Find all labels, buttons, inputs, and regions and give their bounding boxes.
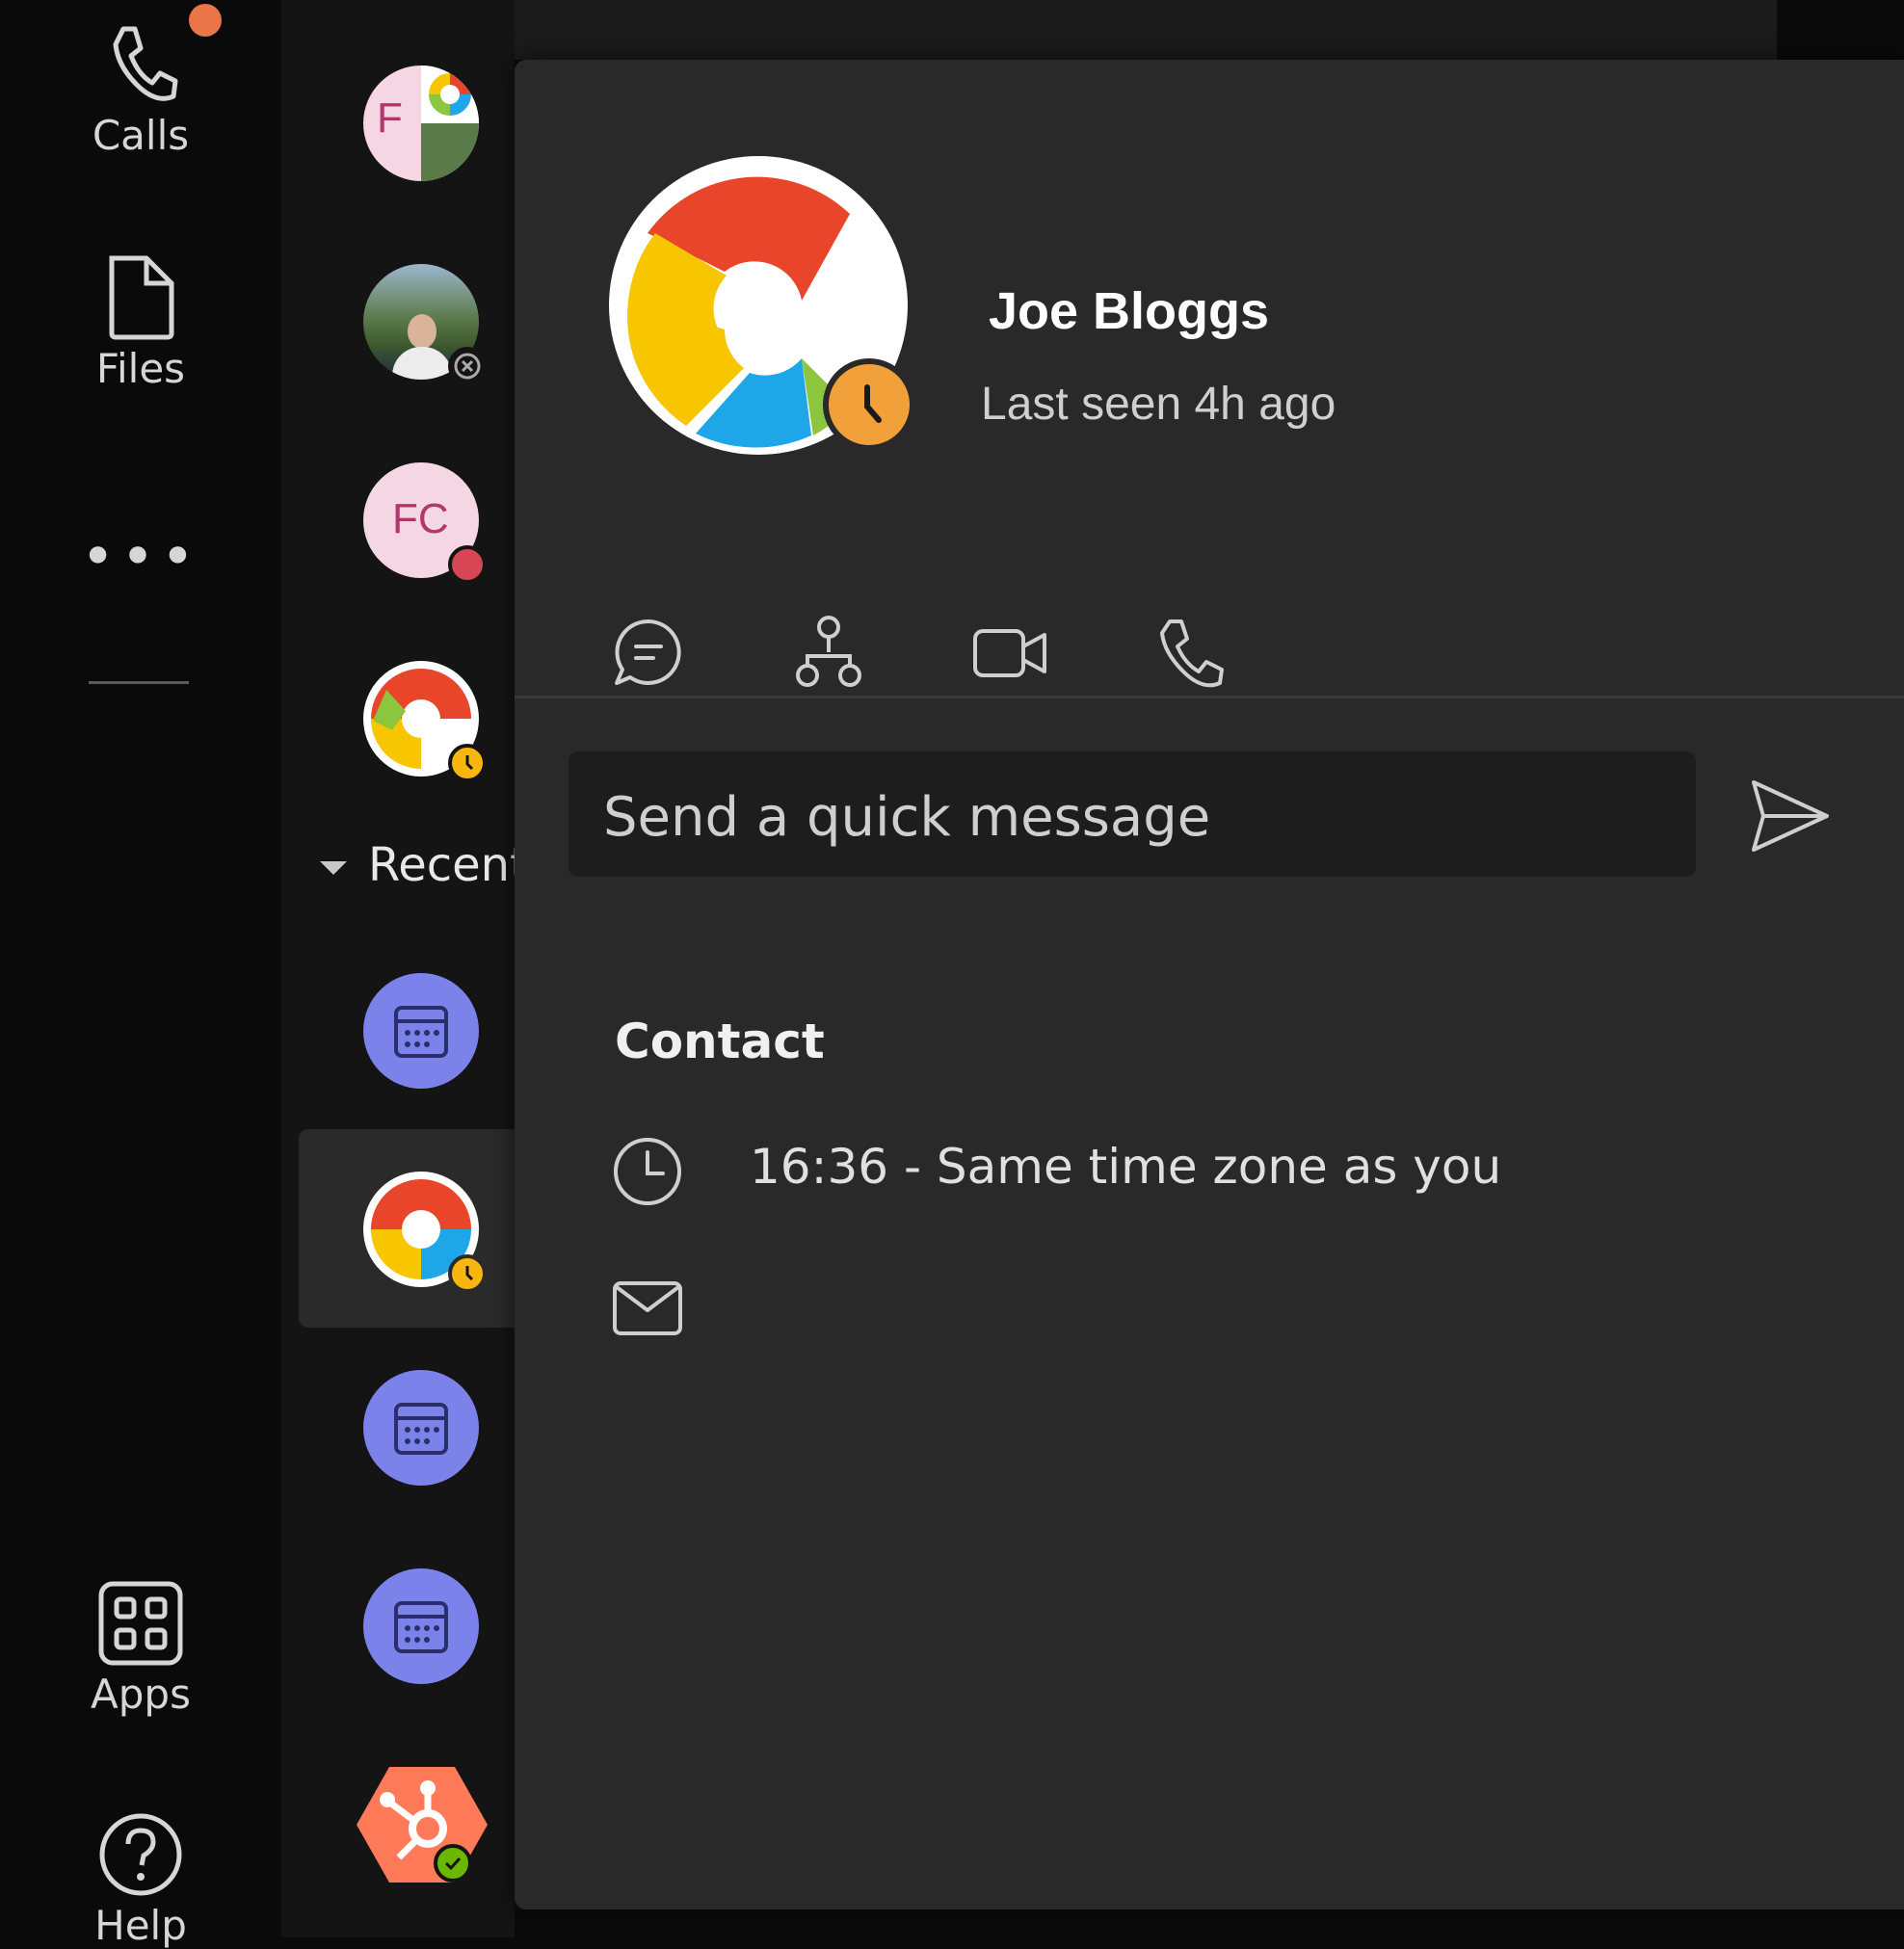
available-status-icon [434, 1844, 472, 1883]
recent-section-header[interactable]: Recent [320, 838, 528, 892]
avatar-shirt [392, 347, 452, 380]
away-status-icon [823, 358, 915, 451]
help-icon [99, 1813, 182, 1896]
chat-avatar-f[interactable]: F [363, 66, 479, 181]
rail-help[interactable]: Help [0, 1811, 281, 1949]
rail-files-label: Files [95, 345, 186, 392]
logo-icon [429, 73, 471, 116]
avatar-initials: FC [392, 495, 449, 542]
rail-calls-label: Calls [92, 112, 190, 159]
rail-divider [89, 681, 189, 684]
away-status-icon [448, 744, 487, 782]
rail-calls[interactable]: Calls [0, 4, 281, 159]
rail-files[interactable]: Files [0, 252, 281, 392]
profile-name: Joe Bloggs [989, 282, 1270, 340]
more-apps-button[interactable]: ••• [0, 528, 281, 586]
away-status-icon [448, 1254, 487, 1293]
chat-avatar-logo[interactable] [363, 661, 487, 782]
chat-avatar-photo[interactable] [363, 264, 487, 385]
profile-card: Joe Bloggs Last seen 4h ago Send a quick… [515, 60, 1904, 1909]
rail-apps[interactable]: Apps [0, 1580, 281, 1718]
phone-icon [113, 26, 178, 101]
apps-icon [98, 1581, 183, 1666]
last-seen-text: Last seen 4h ago [981, 379, 1336, 430]
phone-call-icon[interactable] [1152, 614, 1230, 691]
chat-avatar-meeting[interactable] [363, 1370, 479, 1486]
avatar-logo-tile [421, 66, 479, 123]
clock-icon [614, 1138, 681, 1205]
org-chart-icon[interactable] [790, 614, 867, 691]
video-call-icon[interactable] [971, 614, 1048, 691]
avatar-photo-tile [421, 123, 479, 181]
avatar-face [408, 314, 436, 349]
app-rail: Calls Files ••• Apps Help [0, 0, 281, 1949]
calendar-icon [394, 1601, 448, 1653]
calendar-icon [394, 1403, 448, 1455]
busy-status-icon [448, 545, 487, 584]
top-strip [515, 0, 1777, 60]
mail-icon[interactable] [611, 1272, 684, 1345]
avatar-initials: F [377, 94, 403, 142]
chat-list: F FC Recent [281, 0, 530, 1937]
chat-avatar-logo-selected[interactable] [363, 1172, 487, 1293]
chat-icon[interactable] [609, 614, 686, 691]
contact-heading: Contact [615, 1014, 825, 1069]
quick-message-input[interactable]: Send a quick message [569, 751, 1696, 877]
chat-avatar-fc[interactable]: FC [363, 462, 487, 584]
chat-avatar-meeting[interactable] [363, 1568, 479, 1684]
offline-status-icon [448, 347, 487, 385]
rail-help-label: Help [94, 1902, 187, 1949]
calendar-icon [394, 1006, 448, 1058]
chat-avatar-app[interactable] [357, 1765, 488, 1883]
chat-avatar-meeting[interactable] [363, 973, 479, 1089]
collapse-triangle-icon [320, 861, 347, 875]
file-icon [109, 255, 174, 340]
send-icon[interactable] [1746, 773, 1833, 859]
notification-dot [189, 4, 222, 37]
recent-label: Recent [368, 838, 528, 892]
rail-apps-label: Apps [91, 1671, 191, 1718]
quick-message-placeholder: Send a quick message [603, 786, 1211, 849]
profile-header: Joe Bloggs Last seen 4h ago [515, 60, 1904, 698]
local-time-text: 16:36 - Same time zone as you [750, 1139, 1502, 1195]
